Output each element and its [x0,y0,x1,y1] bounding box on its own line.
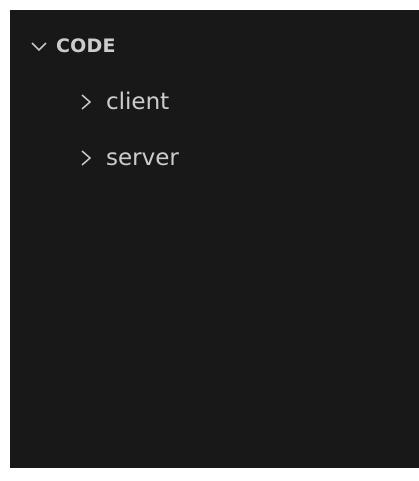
section-header-code[interactable]: CODE [30,34,116,58]
folder-label: client [106,89,170,115]
chevron-right-icon [78,148,94,168]
folder-item-server[interactable]: server [78,141,179,175]
folder-item-client[interactable]: client [78,85,169,119]
explorer-panel: CODE client server [10,10,419,468]
chevron-right-icon [78,92,94,112]
chevron-down-icon [30,37,48,55]
folder-label: server [106,145,179,171]
section-title: CODE [56,35,116,57]
